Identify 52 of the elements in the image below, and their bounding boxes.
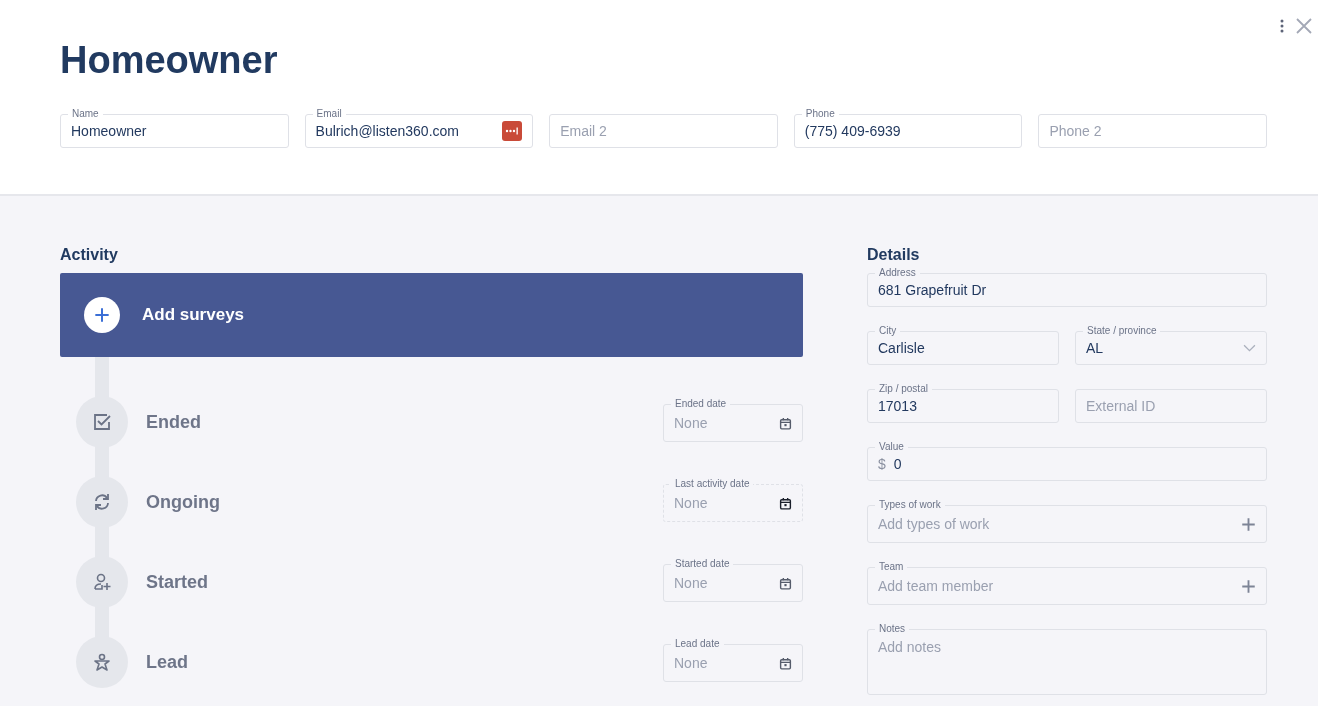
currency-symbol: $ [878,456,886,472]
field-label: Started date [671,558,734,569]
field-value: (775) 409-6939 [804,123,902,139]
field-value: AL [1086,340,1105,356]
field-label: Types of work [875,499,945,510]
placeholder-text: None [674,495,709,511]
stage-label: Lead [146,651,189,673]
placeholder-text: Phone 2 [1049,123,1103,139]
field-label: Address [875,267,920,278]
placeholder-text: Add notes [878,639,943,655]
calendar-icon [779,496,792,510]
field-value: Bulrich@listen360.com [315,123,460,139]
placeholder-text: Email 2 [560,123,608,139]
plus-icon [84,297,120,333]
placeholder-text: None [674,575,709,591]
field-value: 17013 [878,398,918,414]
field-label: Email [312,108,346,119]
field-value: Carlisle [878,340,926,356]
field-label: Last activity date [671,478,754,489]
password-manager-icon[interactable] [502,121,523,141]
calendar-icon [779,576,792,590]
placeholder-text: None [674,415,709,431]
placeholder-text: External ID [1086,398,1157,414]
field-label: Notes [875,623,910,634]
field-value: 681 Grapefruit Dr [878,282,988,298]
field-label: Zip / postal [875,383,932,394]
stage-label: Ongoing [146,491,221,513]
field-value: 0 [893,456,903,472]
add-surveys-button[interactable]: Add surveys [60,273,803,357]
section-heading: Details [867,246,921,264]
field-label: City [875,325,901,336]
field-label: Team [875,561,908,572]
field-value: Homeowner [71,123,148,139]
field-label: Name [68,108,103,119]
section-heading: Activity [60,246,119,264]
field-label: Value [875,441,908,452]
stage-label: Ended [146,411,202,433]
calendar-icon [779,416,792,430]
more-options-icon[interactable] [1280,19,1284,33]
field-label: Phone [801,108,839,119]
placeholder-text: None [674,655,709,671]
placeholder-text: Add types of work [878,516,991,532]
plus-icon [1241,516,1256,532]
page-title: Homeowner [60,38,279,82]
field-label: Lead date [671,638,724,649]
placeholder-text: Add team member [878,578,995,594]
calendar-icon [779,656,792,670]
close-icon[interactable] [1296,18,1312,34]
plus-icon [1241,578,1256,594]
field-label: Ended date [671,398,731,409]
field-label: State / province [1083,325,1161,336]
stage-label: Started [146,571,209,593]
